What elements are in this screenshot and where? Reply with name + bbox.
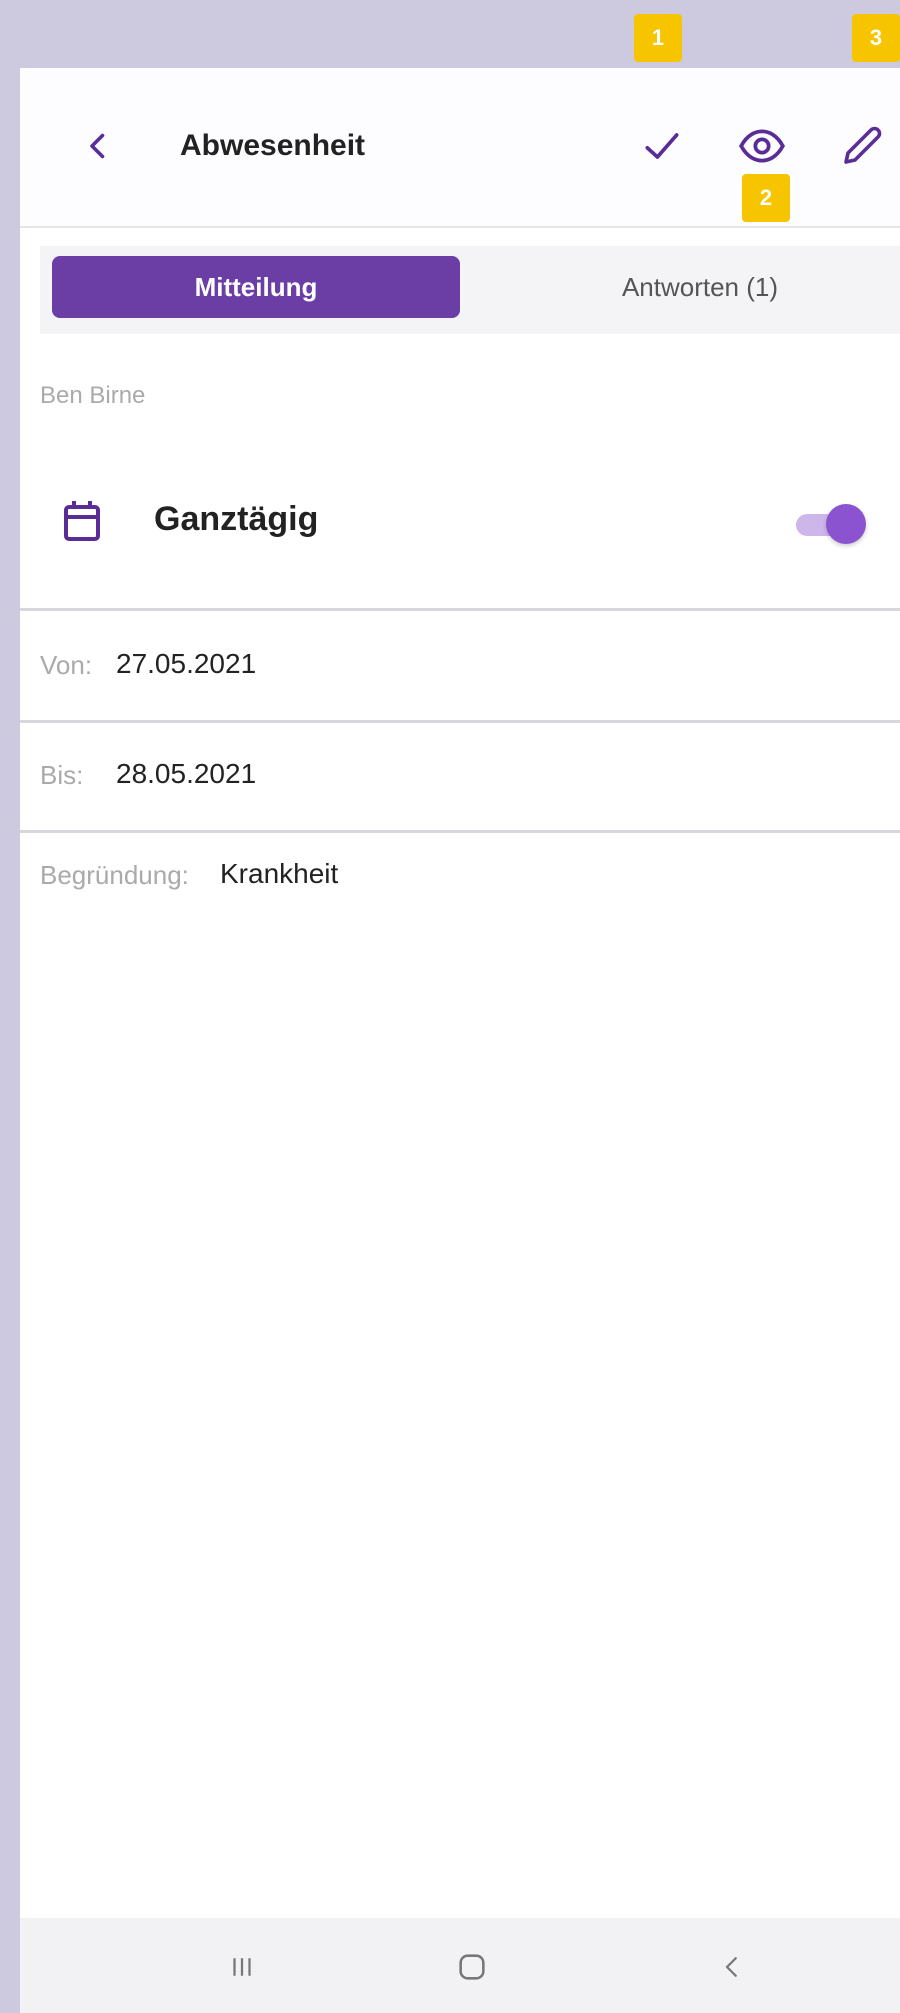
from-date-row[interactable]: Von: 27.05.2021 <box>20 612 900 723</box>
all-day-row: Ganztägig <box>20 468 900 611</box>
back-icon <box>725 1957 737 1977</box>
home-icon <box>459 1954 485 1980</box>
eye-icon <box>739 129 785 163</box>
check-icon <box>645 133 679 159</box>
recent-apps-button[interactable] <box>212 1940 272 1994</box>
home-button[interactable] <box>442 1940 502 1994</box>
tab-mitteilung[interactable]: Mitteilung <box>52 256 460 318</box>
to-label: Bis: <box>40 760 84 790</box>
reason-value: Krankheit <box>220 858 339 889</box>
to-date-row[interactable]: Bis: 28.05.2021 <box>20 722 900 833</box>
all-day-label: Ganztägig <box>154 500 319 538</box>
reason-row: Begründung: Krankheit <box>20 852 900 912</box>
callout-marker-1: 1 <box>634 14 682 62</box>
pencil-icon <box>844 126 882 164</box>
back-button[interactable] <box>62 110 134 182</box>
calendar-icon <box>64 501 100 541</box>
system-back-button[interactable] <box>702 1940 762 1994</box>
recent-apps-icon <box>233 1958 251 1976</box>
page-title: Abwesenheit <box>180 129 366 162</box>
callout-marker-2: 2 <box>742 174 790 222</box>
chevron-left-icon <box>90 133 105 159</box>
edit-button[interactable] <box>822 106 900 186</box>
callout-marker-3: 3 <box>852 14 900 62</box>
confirm-button[interactable] <box>622 106 702 186</box>
from-label: Von: <box>40 650 93 680</box>
tab-antworten[interactable]: Antworten (1) <box>500 256 900 318</box>
toggle-thumb <box>826 504 866 544</box>
to-value: 28.05.2021 <box>116 758 257 789</box>
from-value: 27.05.2021 <box>116 648 257 679</box>
tab-bar: Mitteilung Antworten (1) <box>40 246 900 334</box>
system-navigation-bar <box>20 1918 900 2013</box>
author-name: Ben Birne <box>40 382 146 409</box>
app-screen: Abwesenheit Mitteilung Antworten (1) Ben… <box>20 68 900 2013</box>
all-day-toggle[interactable] <box>796 504 868 544</box>
reason-label: Begründung: <box>40 860 189 890</box>
